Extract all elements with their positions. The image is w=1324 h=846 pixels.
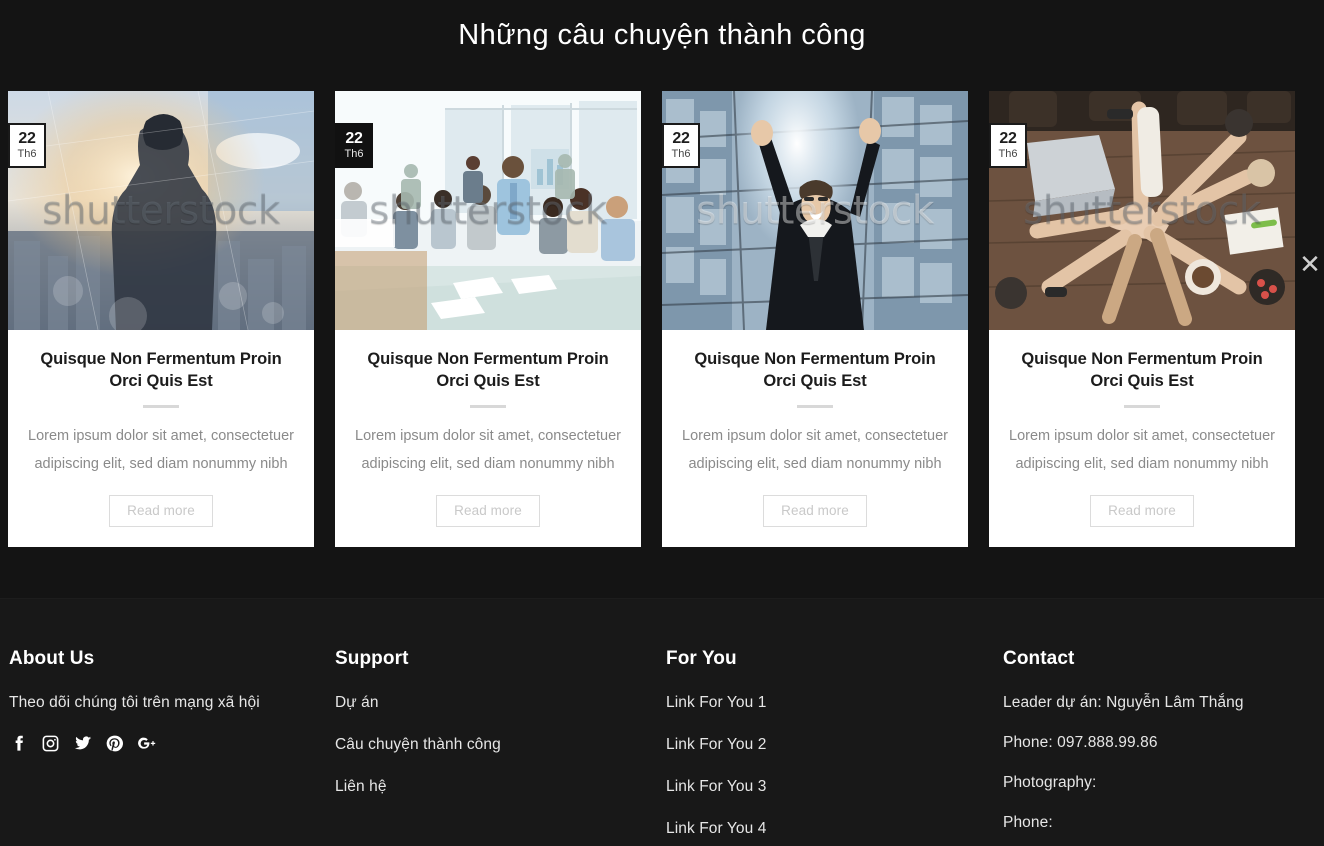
contact-phone: Phone: 097.888.99.86 <box>1003 734 1158 751</box>
read-more-button[interactable]: Read more <box>436 495 540 528</box>
card-body: Quisque Non Fermentum Proin Orci Quis Es… <box>335 330 641 547</box>
card-description: Lorem ipsum dolor sit amet, consectetuer… <box>682 427 948 472</box>
story-card[interactable]: shutterstock 22 Th6 Quisque Non Fermentu… <box>8 91 314 548</box>
page-title: Những câu chuyện thành công <box>458 19 866 51</box>
footer-heading-for-you: For You <box>666 648 737 669</box>
date-day: 22 <box>999 130 1017 147</box>
instagram-icon[interactable] <box>41 734 60 753</box>
card-title-divider <box>470 404 506 408</box>
story-card[interactable]: shutterstock 22 Th6 Quisque Non Fermentu… <box>662 91 968 548</box>
card-image: shutterstock 22 Th6 <box>662 91 968 330</box>
date-badge: 22 Th6 <box>989 123 1027 168</box>
card-title: Quisque Non Fermentum Proin Orci Quis Es… <box>367 350 609 391</box>
card-title-divider <box>797 404 833 408</box>
date-month: Th6 <box>998 148 1018 160</box>
card-title: Quisque Non Fermentum Proin Orci Quis Es… <box>1021 350 1263 391</box>
footer-link-for-you[interactable]: Link For You 2 <box>666 736 975 754</box>
footer-column-for-you: For You Link For You 1 Link For You 2 Li… <box>662 648 993 846</box>
card-image: shutterstock 22 Th6 <box>8 91 314 330</box>
date-day: 22 <box>345 130 363 147</box>
date-badge: 22 Th6 <box>335 123 373 168</box>
card-body: Quisque Non Fermentum Proin Orci Quis Es… <box>989 330 1295 547</box>
card-description: Lorem ipsum dolor sit amet, consectetuer… <box>28 427 294 472</box>
card-description: Lorem ipsum dolor sit amet, consectetuer… <box>355 427 621 472</box>
card-description: Lorem ipsum dolor sit amet, consectetuer… <box>1009 427 1275 472</box>
date-badge: 22 Th6 <box>662 123 700 168</box>
date-day: 22 <box>18 130 36 147</box>
date-month: Th6 <box>17 148 37 160</box>
card-image: shutterstock 22 Th6 <box>989 91 1295 330</box>
success-stories-page: Những câu chuyện thành công shutterstock… <box>0 0 1324 846</box>
footer-link-support[interactable]: Câu chuyện thành công <box>335 736 644 754</box>
footer-link-support[interactable]: Liên hệ <box>335 778 644 796</box>
date-month: Th6 <box>671 148 691 160</box>
footer-heading-support: Support <box>335 648 409 669</box>
card-image-art-2 <box>335 91 641 330</box>
google-plus-icon[interactable] <box>137 734 156 753</box>
card-title: Quisque Non Fermentum Proin Orci Quis Es… <box>694 350 936 391</box>
pinterest-icon[interactable] <box>105 734 124 753</box>
card-title: Quisque Non Fermentum Proin Orci Quis Es… <box>40 350 282 391</box>
contact-phone-secondary: Phone: <box>1003 814 1053 831</box>
footer-column-about: About Us Theo dõi chúng tôi trên mạng xã… <box>0 648 331 846</box>
contact-photography: Photography: <box>1003 774 1097 791</box>
contact-leader: Leader dự án: Nguyễn Lâm Thắng <box>1003 694 1244 711</box>
footer-link-for-you[interactable]: Link For You 1 <box>666 694 975 712</box>
story-cards-row: shutterstock 22 Th6 Quisque Non Fermentu… <box>8 91 1316 548</box>
date-month: Th6 <box>344 148 364 160</box>
footer-heading-about: About Us <box>9 648 95 669</box>
card-image: shutterstock 22 Th6 <box>335 91 641 330</box>
footer-link-for-you[interactable]: Link For You 4 <box>666 820 975 838</box>
slider-next-icon[interactable]: ✕ <box>1298 248 1322 282</box>
read-more-button[interactable]: Read more <box>1090 495 1194 528</box>
social-links <box>9 734 313 753</box>
date-day: 22 <box>672 130 690 147</box>
facebook-icon[interactable] <box>9 734 28 753</box>
footer-link-for-you[interactable]: Link For You 3 <box>666 778 975 796</box>
card-body: Quisque Non Fermentum Proin Orci Quis Es… <box>8 330 314 547</box>
story-card[interactable]: shutterstock 22 Th6 Quisque Non Fermentu… <box>335 91 641 548</box>
card-body: Quisque Non Fermentum Proin Orci Quis Es… <box>662 330 968 547</box>
card-image-art-4 <box>989 91 1295 330</box>
footer-about-text: Theo dõi chúng tôi trên mạng xã hội <box>9 694 260 711</box>
footer-link-support[interactable]: Dự án <box>335 694 644 712</box>
footer-heading-contact: Contact <box>1003 648 1075 669</box>
date-badge: 22 Th6 <box>8 123 46 168</box>
footer-column-support: Support Dự án Câu chuyện thành công Liên… <box>331 648 662 846</box>
card-title-divider <box>1124 404 1160 408</box>
twitter-icon[interactable] <box>73 734 92 753</box>
card-title-divider <box>143 404 179 408</box>
card-image-art-3 <box>662 91 968 330</box>
card-image-art-1 <box>8 91 314 330</box>
footer-column-contact: Contact Leader dự án: Nguyễn Lâm Thắng P… <box>993 648 1324 846</box>
read-more-button[interactable]: Read more <box>763 495 867 528</box>
story-card[interactable]: shutterstock 22 Th6 Quisque Non Fermentu… <box>989 91 1295 548</box>
site-footer: About Us Theo dõi chúng tôi trên mạng xã… <box>0 599 1324 846</box>
read-more-button[interactable]: Read more <box>109 495 213 528</box>
